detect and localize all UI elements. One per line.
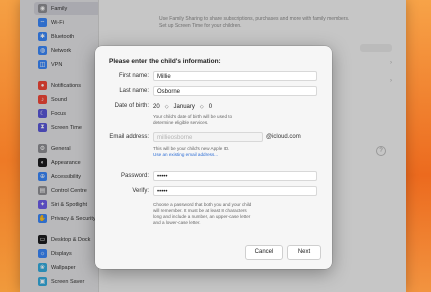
dialog-title: Please enter the child's information: — [109, 58, 221, 65]
last-name-field[interactable]: Osborne — [153, 86, 317, 96]
password-label: Password: — [120, 173, 149, 179]
email-label: Email address: — [109, 134, 149, 140]
dob-picker[interactable]: 20 ◇ January ◇ 0 — [153, 101, 217, 112]
use-existing-email-link[interactable]: Use an existing email address... — [153, 152, 229, 158]
dob-day[interactable]: 20 — [153, 104, 160, 110]
last-name-label: Last name: — [119, 88, 149, 94]
email-field[interactable]: millieosborne — [153, 132, 263, 142]
stepper-icon[interactable]: ◇ — [200, 104, 204, 110]
dob-month[interactable]: January — [174, 104, 195, 110]
email-domain: @icloud.com — [266, 134, 301, 140]
next-button[interactable]: Next — [287, 245, 321, 260]
verify-label: Verify: — [132, 188, 149, 194]
dob-year[interactable]: 0 — [209, 104, 212, 110]
dob-help-text: Your child's date of birth will be used … — [153, 114, 233, 125]
password-field[interactable]: ••••• — [153, 171, 317, 181]
cancel-button[interactable]: Cancel — [245, 245, 283, 260]
email-help-text: This will be your child's new Apple ID. … — [153, 146, 230, 158]
password-help-text: Choose a password that both you and your… — [153, 202, 252, 225]
stepper-icon[interactable]: ◇ — [165, 104, 169, 110]
verify-password-field[interactable]: ••••• — [153, 186, 317, 196]
add-child-dialog: Please enter the child's information: Fi… — [95, 46, 332, 269]
first-name-field[interactable]: Millie — [153, 71, 317, 81]
first-name-label: First name: — [118, 73, 149, 79]
dob-label: Date of birth: — [114, 103, 149, 109]
